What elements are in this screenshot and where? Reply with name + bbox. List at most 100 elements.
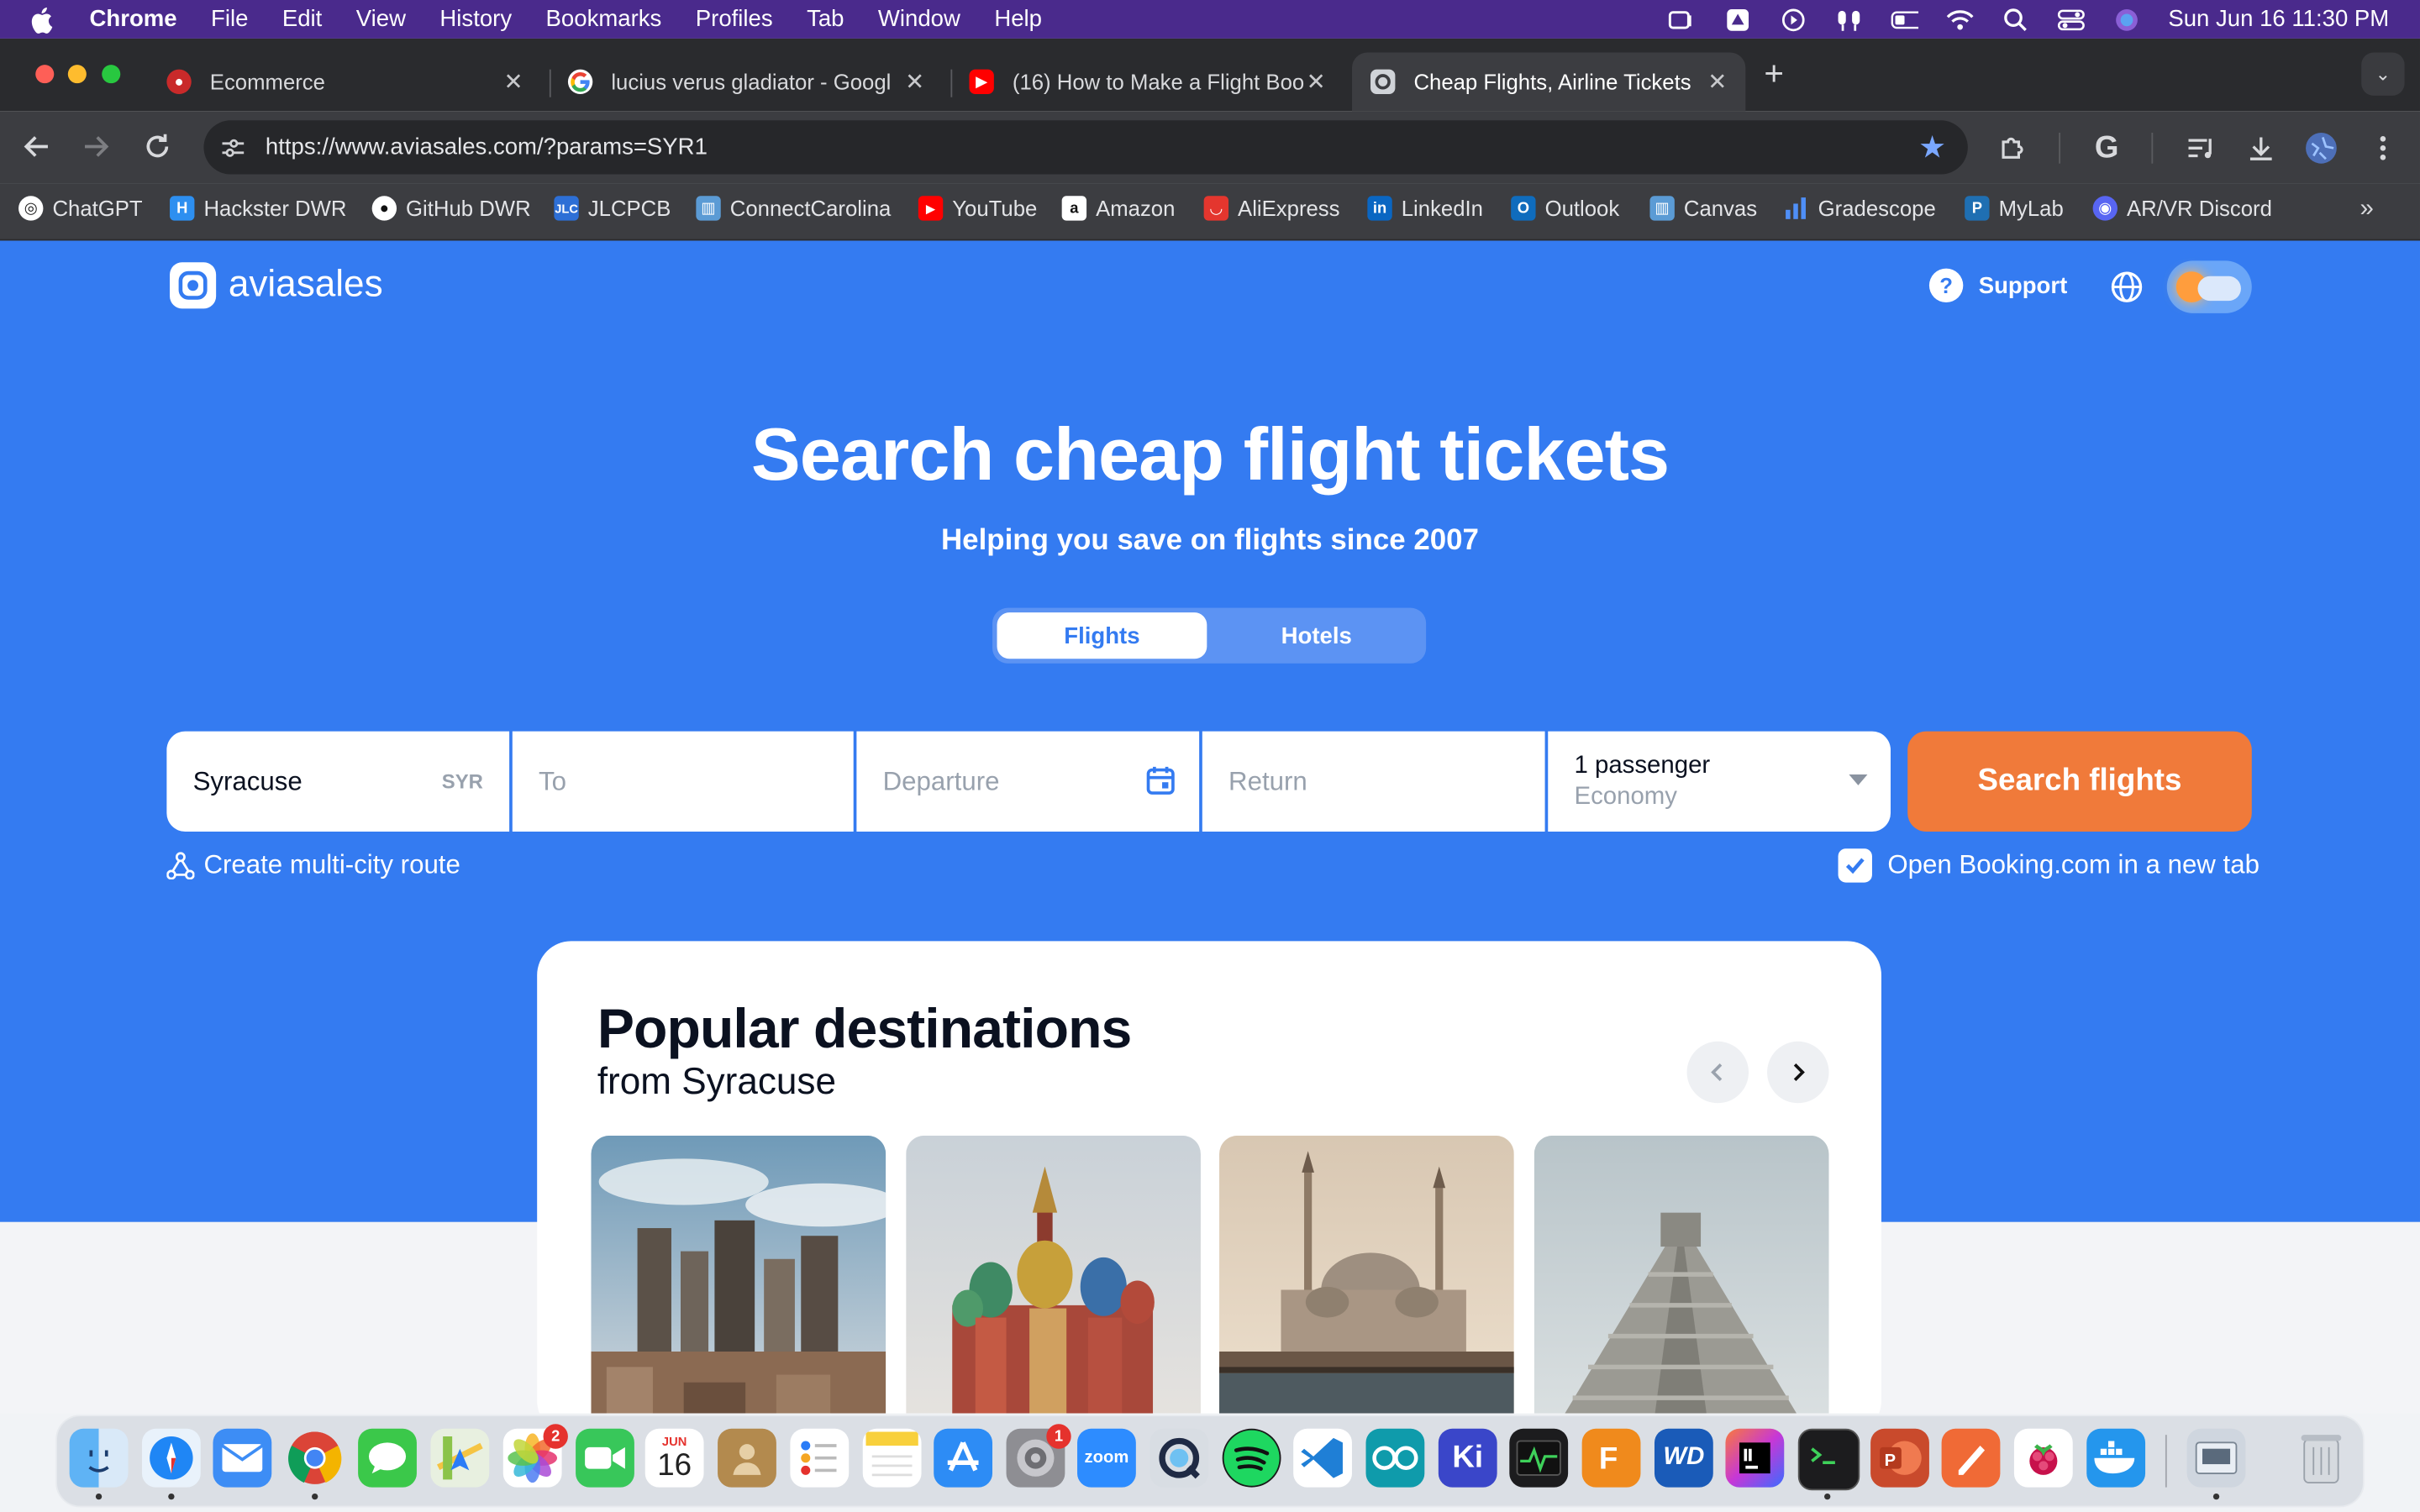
support-link[interactable]: ? Support [1928, 268, 2067, 302]
extensions-puzzle-icon[interactable] [1996, 131, 2029, 165]
menu-bookmarks[interactable]: Bookmarks [546, 6, 662, 32]
destination-field[interactable]: To [512, 731, 854, 832]
menu-app-chrome[interactable]: Chrome [90, 6, 177, 32]
calendar-app-icon[interactable]: JUN 16 [644, 1428, 704, 1488]
recent-document-icon[interactable] [2186, 1428, 2246, 1488]
bookmark-star-icon[interactable]: ★ [1918, 128, 1946, 166]
tab-ecommerce[interactable]: ● Ecommerce ✕ [148, 52, 541, 111]
trash-icon[interactable] [2292, 1429, 2351, 1488]
contacts-icon[interactable] [718, 1428, 776, 1488]
zoom-icon[interactable]: zoom [1077, 1428, 1136, 1488]
search-flights-button[interactable]: Search flights [1907, 731, 2252, 832]
bookmark-youtube[interactable]: ▶ YouTube [918, 196, 1037, 221]
tab-hotels[interactable]: Hotels [1212, 612, 1422, 659]
sketch-pen-icon[interactable] [1941, 1428, 2001, 1488]
battery-icon[interactable] [1891, 7, 1918, 31]
passengers-select[interactable]: 1 passenger Economy [1548, 731, 1891, 832]
destination-card-pyramid[interactable] [1534, 1135, 1829, 1414]
aviasales-logo[interactable]: aviasales [170, 262, 383, 309]
apple-menu-icon[interactable] [31, 5, 55, 33]
wd-discovery-icon[interactable]: WD [1654, 1428, 1713, 1488]
menu-edit[interactable]: Edit [282, 6, 322, 32]
carousel-next-button[interactable] [1767, 1041, 1829, 1104]
chrome-menu-kebab-icon[interactable] [2366, 131, 2400, 165]
bookmark-linkedin[interactable]: in LinkedIn [1367, 196, 1483, 221]
terminal-icon[interactable] [1797, 1428, 1860, 1491]
mail-icon[interactable] [213, 1428, 272, 1488]
bookmark-hackster[interactable]: H Hackster DWR [170, 196, 346, 221]
back-arrow-icon[interactable] [20, 129, 54, 163]
new-tab-plus-icon[interactable]: + [1764, 54, 1784, 94]
departure-date-field[interactable]: Departure [856, 731, 1200, 832]
bookmark-amazon[interactable]: a Amazon [1061, 196, 1175, 221]
safari-icon[interactable] [141, 1428, 201, 1488]
siri-icon[interactable] [2112, 7, 2140, 31]
bookmark-canvas[interactable]: ▥ Canvas [1649, 196, 1757, 221]
activity-monitor-icon[interactable] [1509, 1428, 1569, 1488]
airpods-icon[interactable] [1835, 7, 1863, 31]
tab-google-search[interactable]: lucius verus gladiator - Googl ✕ [550, 52, 943, 111]
theme-toggle[interactable] [2166, 260, 2252, 313]
site-info-icon[interactable] [219, 134, 247, 161]
vscode-icon[interactable] [1293, 1428, 1352, 1488]
close-tab-icon[interactable]: ✕ [1707, 68, 1727, 96]
menu-window[interactable]: Window [878, 6, 960, 32]
finder-icon[interactable] [69, 1428, 129, 1488]
tab-aviasales-active[interactable]: Cheap Flights, Airline Tickets ✕ [1351, 52, 1746, 112]
bookmark-github[interactable]: ● GitHub DWR [371, 196, 531, 221]
notes-icon[interactable] [862, 1428, 922, 1488]
reading-list-icon[interactable] [2184, 131, 2217, 165]
control-center-icon[interactable] [2057, 7, 2085, 31]
carousel-prev-button[interactable] [1686, 1041, 1749, 1104]
destination-card-cathedral[interactable] [906, 1135, 1201, 1414]
destination-card-mosque[interactable] [1219, 1135, 1514, 1414]
download-icon[interactable] [2244, 131, 2278, 165]
close-tab-icon[interactable]: ✕ [905, 68, 924, 96]
address-bar[interactable]: https://www.aviasales.com/?params=SYR1 ★ [203, 120, 1968, 175]
window-zoom-button[interactable] [102, 65, 121, 84]
fusion-360-icon[interactable]: F [1581, 1428, 1641, 1488]
menu-history[interactable]: History [439, 6, 512, 32]
google-extension-icon[interactable]: G [2090, 130, 2123, 165]
return-date-field[interactable]: Return [1202, 731, 1545, 832]
menubar-clock[interactable]: Sun Jun 16 11:30 PM [2168, 6, 2389, 32]
bookmark-gradescope[interactable]: Gradescope [1784, 196, 1936, 221]
address-url[interactable]: https://www.aviasales.com/?params=SYR1 [266, 134, 708, 160]
tab-flights[interactable]: Flights [997, 612, 1207, 659]
spotlight-search-icon[interactable] [2002, 7, 2029, 31]
app-store-icon[interactable] [934, 1428, 993, 1488]
bookmark-mylab[interactable]: P MyLab [1965, 196, 2064, 221]
messages-icon[interactable] [358, 1428, 417, 1488]
reminders-icon[interactable] [790, 1428, 850, 1488]
menu-tab[interactable]: Tab [807, 6, 844, 32]
kicad-icon[interactable]: Ki [1438, 1428, 1497, 1488]
chrome-icon[interactable] [286, 1429, 345, 1488]
spotify-icon[interactable] [1222, 1428, 1281, 1488]
more-bookmarks-chevron-icon[interactable]: » [2360, 196, 2374, 223]
window-minimize-button[interactable] [67, 65, 87, 84]
checkbox-checked-icon[interactable] [1838, 848, 1872, 883]
forward-arrow-icon[interactable] [79, 129, 113, 163]
maps-icon[interactable] [430, 1428, 490, 1488]
bookmark-chatgpt[interactable]: ◎ ChatGPT [18, 196, 143, 221]
menu-view[interactable]: View [356, 6, 406, 32]
menu-profiles[interactable]: Profiles [696, 6, 773, 32]
facetime-icon[interactable] [576, 1428, 634, 1488]
wifi-icon[interactable] [1946, 7, 1974, 31]
drive-icon[interactable] [1723, 7, 1751, 31]
create-multi-city-link[interactable]: Create multi-city route [166, 850, 460, 881]
bookmark-connectcarolina[interactable]: ▥ ConnectCarolina [696, 196, 891, 221]
bookmark-jlcpcb[interactable]: JLC JLCPCB [554, 196, 671, 221]
origin-field[interactable]: Syracuse SYR [166, 731, 510, 832]
calendar-icon[interactable] [1144, 764, 1177, 797]
language-globe-icon[interactable] [2110, 270, 2144, 303]
quicktime-icon[interactable] [1150, 1428, 1209, 1488]
reload-icon[interactable] [140, 129, 174, 163]
bookmark-aliexpress[interactable]: ◡ AliExpress [1203, 196, 1340, 221]
close-tab-icon[interactable]: ✕ [504, 68, 523, 96]
play-icon[interactable] [1779, 7, 1807, 31]
raspberry-pi-imager-icon[interactable] [2013, 1428, 2073, 1488]
window-close-button[interactable] [35, 65, 55, 84]
destination-card-city-skyline[interactable] [591, 1135, 886, 1414]
intellij-idea-icon[interactable] [1725, 1428, 1785, 1488]
